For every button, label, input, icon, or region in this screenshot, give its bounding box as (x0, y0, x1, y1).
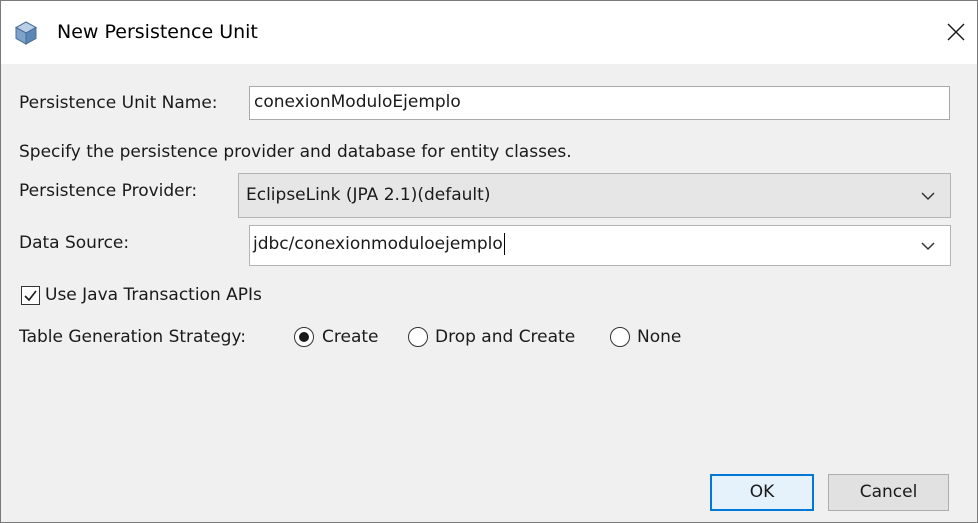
radio-create-label: Create (322, 327, 379, 347)
close-button[interactable] (941, 15, 971, 49)
unit-name-input[interactable]: conexionModuloEjemplo (249, 86, 950, 120)
strategy-label: Table Generation Strategy: (19, 327, 246, 347)
jta-checkbox[interactable] (21, 286, 40, 305)
radio-none-label: None (637, 327, 682, 347)
cube-icon (14, 21, 38, 45)
title-bar: New Persistence Unit (1, 1, 977, 64)
cancel-button[interactable]: Cancel (828, 474, 949, 511)
chevron-down-icon (921, 242, 935, 251)
jta-label: Use Java Transaction APIs (45, 285, 262, 305)
checkmark-icon (24, 290, 37, 302)
close-icon (947, 23, 965, 41)
radio-none[interactable] (610, 327, 630, 347)
provider-value: EclipseLink (JPA 2.1)(default) (246, 185, 491, 205)
radio-selected-dot (299, 332, 309, 342)
unit-name-value: conexionModuloEjemplo (254, 92, 461, 112)
chevron-down-icon (921, 192, 935, 201)
description-text: Specify the persistence provider and dat… (19, 142, 572, 162)
datasource-combo[interactable]: jdbc/conexionmoduloejemplo (249, 225, 951, 266)
text-caret (503, 233, 505, 255)
new-persistence-unit-dialog: New Persistence Unit Persistence Unit Na… (0, 0, 978, 523)
ok-button[interactable]: OK (710, 474, 814, 511)
provider-label: Persistence Provider: (19, 181, 198, 201)
unit-name-label: Persistence Unit Name: (19, 93, 218, 113)
radio-create[interactable] (294, 327, 314, 347)
datasource-label: Data Source: (19, 233, 130, 253)
radio-drop-and-create-label: Drop and Create (435, 327, 576, 347)
radio-drop-and-create[interactable] (408, 327, 428, 347)
window-title: New Persistence Unit (57, 21, 258, 43)
provider-select[interactable]: EclipseLink (JPA 2.1)(default) (238, 173, 951, 218)
dialog-content: Persistence Unit Name: conexionModuloEje… (1, 64, 977, 522)
datasource-value: jdbc/conexionmoduloejemplo (253, 233, 505, 255)
